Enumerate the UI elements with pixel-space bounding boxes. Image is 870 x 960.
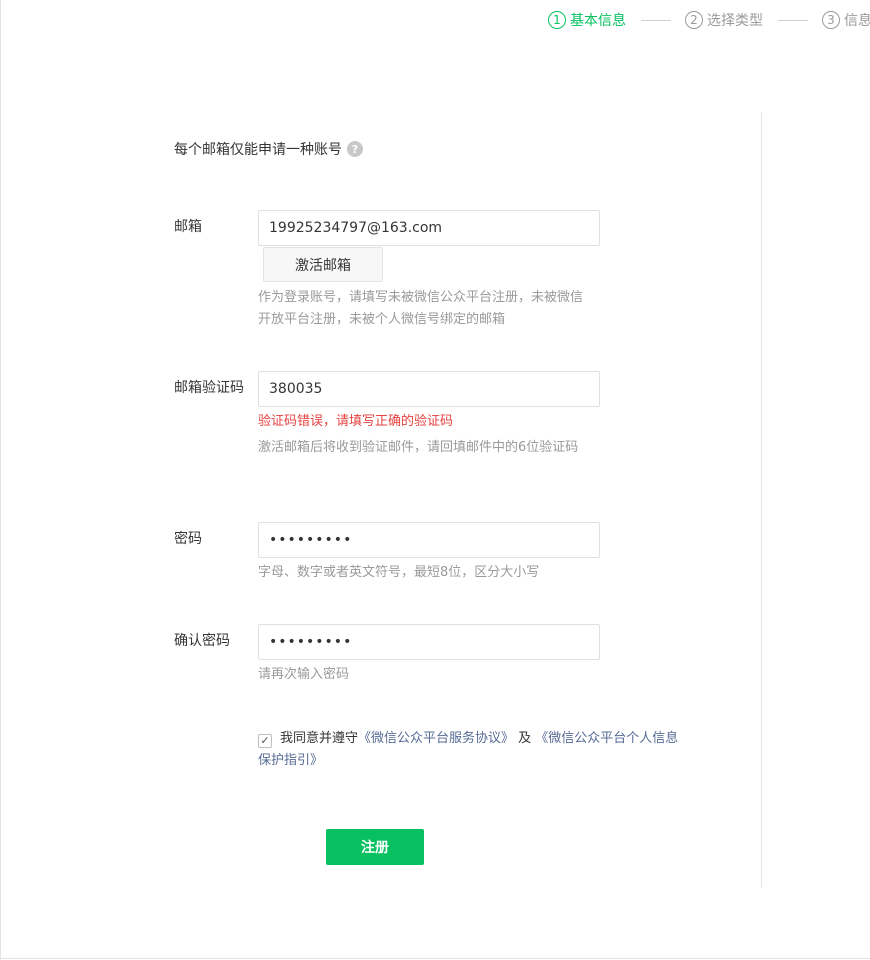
password-label: 密码: [174, 531, 202, 547]
password-field[interactable]: •••••••••: [258, 522, 600, 558]
service-agreement-link[interactable]: 《微信公众平台服务协议》: [358, 731, 514, 746]
code-label: 邮箱验证码: [174, 380, 244, 396]
email-label: 邮箱: [174, 219, 202, 235]
confirm-password-hint: 请再次输入密码: [258, 667, 350, 682]
step-label: 基本信息: [570, 13, 626, 29]
question-circle-icon[interactable]: ?: [347, 141, 363, 157]
agreement-checkbox[interactable]: ✓: [258, 734, 272, 748]
confirm-password-field[interactable]: •••••••••: [258, 624, 600, 660]
code-hint: 激活邮箱后将收到验证邮件，请回填邮件中的6位验证码: [258, 440, 579, 455]
email-hint: 作为登录账号，请填写未被微信公众平台注册，未被微信开放平台注册，未被个人微信号绑…: [258, 290, 584, 327]
step-label: 信息: [844, 13, 870, 29]
page-border-bottom: [0, 958, 870, 959]
register-button[interactable]: 注册: [326, 829, 424, 865]
page-border: [0, 0, 1, 960]
confirm-password-label: 确认密码: [174, 633, 230, 649]
step-number-2: 2: [685, 11, 703, 29]
step-separator: [641, 19, 671, 21]
notice-text: 每个邮箱仅能申请一种账号: [174, 142, 342, 158]
email-field[interactable]: 19925234797@163.com: [258, 210, 600, 246]
verification-code-field[interactable]: 380035: [258, 371, 600, 407]
account-notice: 每个邮箱仅能申请一种账号 ?: [174, 139, 363, 159]
progress-steps: 1 基本信息 2 选择类型 3 信息: [548, 10, 870, 30]
agreement-prefix: 我同意并遵守: [280, 731, 359, 746]
step-select-type: 2 选择类型: [685, 10, 763, 30]
step-basic-info: 1 基本信息: [548, 10, 626, 30]
vertical-divider: [761, 112, 762, 888]
step-info: 3 信息: [822, 10, 870, 30]
step-number-3: 3: [822, 11, 840, 29]
activate-email-button[interactable]: 激活邮箱: [263, 247, 383, 282]
code-error-message: 验证码错误，请填写正确的验证码: [258, 414, 454, 429]
password-hint: 字母、数字或者英文符号，最短8位，区分大小写: [258, 565, 540, 580]
check-icon: ✓: [260, 734, 270, 747]
agreement-and: 及: [514, 731, 536, 746]
agreement: ✓ 我同意并遵守《微信公众平台服务协议》 及 《微信公众平台个人信息保护指引》: [258, 728, 688, 772]
step-separator: [778, 19, 808, 21]
step-label: 选择类型: [707, 13, 763, 29]
step-number-1: 1: [548, 11, 566, 29]
